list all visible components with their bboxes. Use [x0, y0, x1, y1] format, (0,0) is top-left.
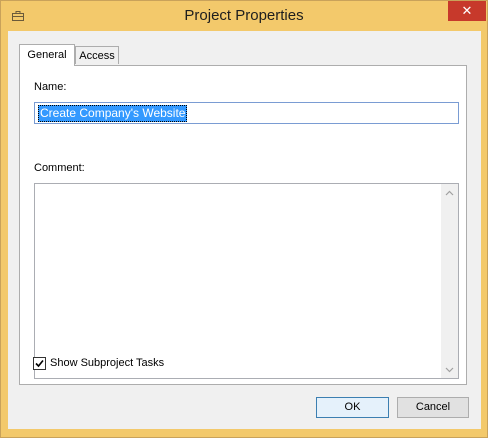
- scroll-down-arrow-icon[interactable]: [441, 361, 458, 378]
- cancel-button[interactable]: Cancel: [397, 397, 469, 418]
- comment-textarea[interactable]: [34, 183, 459, 379]
- tab-access[interactable]: Access: [75, 46, 119, 64]
- name-input-value: Create Company's Website: [38, 105, 188, 122]
- general-tab-panel: Name: Create Company's Website Comment:: [19, 65, 467, 385]
- close-button[interactable]: ✕: [448, 1, 486, 21]
- checkmark-icon: [35, 359, 44, 368]
- comment-label: Comment:: [34, 162, 85, 174]
- scroll-up-arrow-icon[interactable]: [441, 184, 458, 201]
- show-subproject-tasks-checkbox[interactable]: [33, 357, 46, 370]
- window-title: Project Properties: [184, 7, 304, 24]
- title-bar[interactable]: Project Properties ✕: [1, 1, 487, 31]
- dialog-client-area: General Access Name: Create Company's We…: [8, 31, 481, 429]
- project-properties-dialog: Project Properties ✕ General Access Name…: [0, 0, 488, 438]
- show-subproject-tasks-label[interactable]: Show Subproject Tasks: [50, 357, 164, 369]
- tab-general[interactable]: General: [19, 44, 75, 66]
- name-label: Name:: [34, 81, 67, 93]
- close-icon: ✕: [461, 3, 473, 18]
- ok-button[interactable]: OK: [316, 397, 389, 418]
- name-input[interactable]: Create Company's Website: [34, 102, 459, 124]
- comment-scrollbar[interactable]: [441, 184, 458, 378]
